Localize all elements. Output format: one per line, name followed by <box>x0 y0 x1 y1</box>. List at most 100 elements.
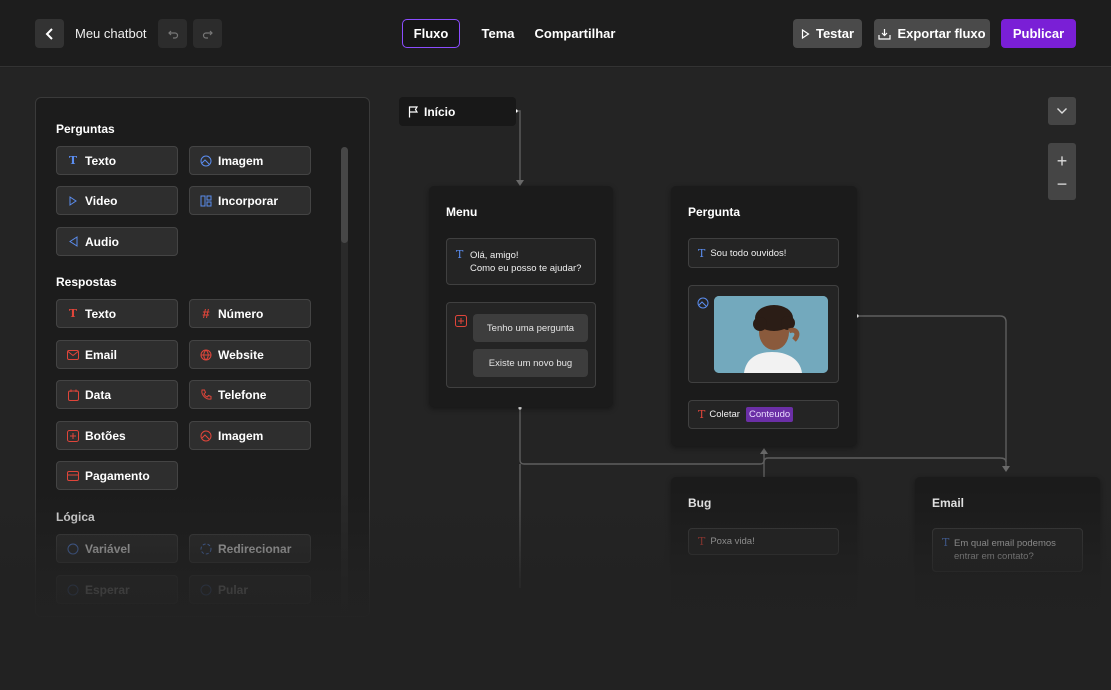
menu-message-line1: Olá, amigo! <box>470 250 519 261</box>
answer-date-label: Data <box>85 387 112 402</box>
question-image-button[interactable]: Imagem <box>189 146 311 175</box>
menu-choices-block[interactable]: Tenho uma pergunta Existe um novo bug <box>446 302 596 388</box>
bug-node[interactable]: Bug T Poxa vida! <box>671 477 857 617</box>
back-button[interactable] <box>35 19 64 48</box>
answers-heading: Respostas <box>56 275 117 289</box>
text-icon: T <box>698 246 706 260</box>
calendar-icon <box>67 389 79 401</box>
sidebar-scrollbar[interactable] <box>341 147 348 616</box>
answer-image-button[interactable]: Imagem <box>189 421 311 450</box>
pergunta-node[interactable]: Pergunta T Sou todo ouvidos! T Coletar C… <box>671 186 857 446</box>
export-flow-label: Exportar fluxo <box>897 26 986 41</box>
buttons-icon <box>455 314 467 332</box>
variable-icon <box>67 543 79 555</box>
tab-fluxo[interactable]: Fluxo <box>402 19 460 48</box>
image-icon <box>697 296 709 314</box>
pergunta-message-block[interactable]: T Sou todo ouvidos! <box>688 238 839 268</box>
logic-redirect-button[interactable]: Redirecionar <box>189 534 311 563</box>
collapse-button[interactable] <box>1048 97 1076 125</box>
image-icon <box>200 430 212 442</box>
answer-website-label: Website <box>218 347 264 362</box>
email-message-block[interactable]: T Em qual email podemos entrar em contat… <box>932 528 1083 572</box>
email-node-title: Email <box>932 496 965 510</box>
logic-wait-button[interactable]: Esperar <box>56 575 178 604</box>
pergunta-node-title: Pergunta <box>688 205 741 219</box>
question-video-label: Video <box>85 193 118 208</box>
menu-node-title: Menu <box>446 205 478 219</box>
answer-website-button[interactable]: Website <box>189 340 311 369</box>
answer-payment-button[interactable]: Pagamento <box>56 461 178 490</box>
zoom-out-icon[interactable]: − <box>1048 175 1076 193</box>
chatbot-title: Meu chatbot <box>75 26 147 41</box>
question-image-label: Imagem <box>218 153 264 168</box>
zoom-in-icon[interactable]: + <box>1048 152 1076 170</box>
test-button[interactable]: Testar <box>793 19 862 48</box>
question-embed-button[interactable]: Incorporar <box>189 186 311 215</box>
question-video-button[interactable]: Video <box>56 186 178 215</box>
answer-email-button[interactable]: Email <box>56 340 178 369</box>
export-flow-button[interactable]: Exportar fluxo <box>874 19 990 48</box>
answer-email-label: Email <box>85 347 118 362</box>
redo-button[interactable] <box>193 19 222 48</box>
chevron-left-icon <box>45 27 53 40</box>
question-audio-button[interactable]: Audio <box>56 227 178 256</box>
buttons-icon <box>67 429 79 442</box>
answer-payment-label: Pagamento <box>85 468 150 483</box>
chevron-down-icon <box>1057 108 1067 114</box>
question-text-label: Texto <box>85 153 117 168</box>
question-text-button[interactable]: T Texto <box>56 146 178 175</box>
answer-date-button[interactable]: Data <box>56 380 178 409</box>
answer-buttons-button[interactable]: Botões <box>56 421 178 450</box>
zoom-controls: + − <box>1048 143 1076 200</box>
globe-icon <box>200 349 212 361</box>
answer-phone-button[interactable]: Telefone <box>189 380 311 409</box>
image-icon <box>200 155 212 167</box>
questions-heading: Perguntas <box>56 122 115 136</box>
pergunta-message: Sou todo ouvidos! <box>710 247 787 259</box>
blocks-sidebar: Perguntas T Texto Imagem Video Incorpora… <box>35 97 370 617</box>
sidebar-scrollbar-thumb[interactable] <box>341 147 348 243</box>
jump-icon <box>200 584 212 596</box>
choice-button[interactable]: Existe um novo bug <box>473 349 588 377</box>
email-node[interactable]: Email T Em qual email podemos entrar em … <box>915 477 1100 617</box>
variable-tag[interactable]: Conteudo <box>745 407 794 422</box>
undo-button[interactable] <box>158 19 187 48</box>
text-icon: T <box>698 408 706 421</box>
text-icon: T <box>68 154 78 167</box>
tab-compartilhar[interactable]: Compartilhar <box>532 19 618 48</box>
tab-tema[interactable]: Tema <box>476 19 520 48</box>
phone-icon <box>200 389 212 401</box>
answer-image-label: Imagem <box>218 428 264 443</box>
answer-number-button[interactable]: # Número <box>189 299 311 328</box>
hash-icon: # <box>202 306 210 321</box>
bug-node-title: Bug <box>688 496 712 510</box>
publish-button[interactable]: Publicar <box>1001 19 1076 48</box>
menu-message-line2: Como eu posso te ajudar? <box>470 263 582 274</box>
download-icon <box>878 28 892 40</box>
bug-message-block[interactable]: T Poxa vida! <box>688 528 839 555</box>
logic-heading: Lógica <box>56 510 95 524</box>
start-node-label: Início <box>424 104 456 119</box>
email-message-line2: entrar em contato? <box>954 551 1034 562</box>
text-icon: T <box>456 248 464 261</box>
answer-text-button[interactable]: T Texto <box>56 299 178 328</box>
email-message-line1: Em qual email podemos <box>954 538 1056 549</box>
menu-node[interactable]: Menu T Olá, amigo! Como eu posso te ajud… <box>429 186 613 407</box>
answer-number-label: Número <box>218 306 264 321</box>
mail-icon <box>67 349 79 361</box>
collect-block[interactable]: T Coletar Conteudo <box>688 400 839 429</box>
play-icon <box>801 28 810 39</box>
answer-text-label: Texto <box>85 306 117 321</box>
logic-redirect-label: Redirecionar <box>218 541 292 556</box>
logic-variable-button[interactable]: Variável <box>56 534 178 563</box>
pergunta-image-block[interactable] <box>688 285 839 383</box>
text-icon: T <box>942 536 950 549</box>
logic-jump-button[interactable]: Pular <box>189 575 311 604</box>
choice-button[interactable]: Tenho uma pergunta <box>473 314 588 342</box>
flow-canvas[interactable]: Perguntas T Texto Imagem Video Incorpora… <box>0 68 1111 690</box>
answer-phone-label: Telefone <box>218 387 267 402</box>
start-node[interactable]: Início <box>399 97 516 126</box>
menu-message-block[interactable]: T Olá, amigo! Como eu posso te ajudar? <box>446 238 596 285</box>
logic-jump-label: Pular <box>218 582 249 597</box>
logic-wait-label: Esperar <box>85 582 130 597</box>
